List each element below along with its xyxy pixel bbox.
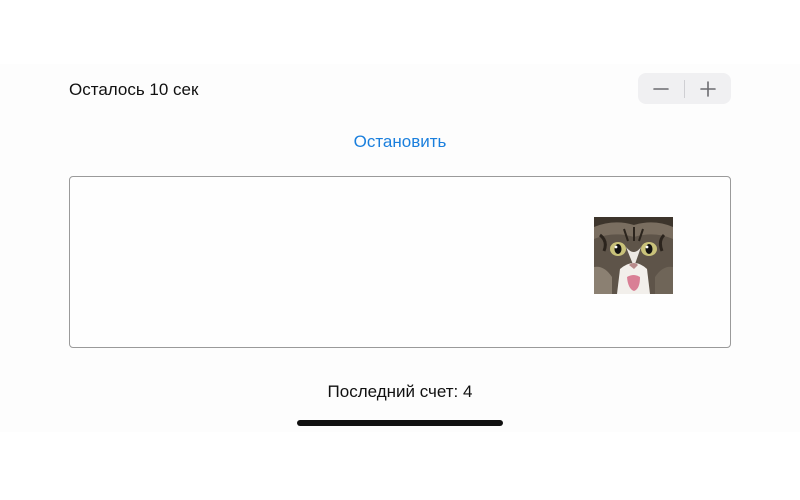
time-stepper[interactable] [638,73,731,104]
decrement-button[interactable] [638,73,684,104]
cat-face-icon[interactable] [594,217,673,294]
game-field[interactable] [69,176,731,348]
time-remaining-label: Осталось 10 сек [69,80,199,99]
minus-icon [653,87,669,90]
last-score-label: Последний счет: 4 [327,382,473,401]
home-indicator[interactable] [297,420,503,426]
increment-button[interactable] [685,73,731,104]
stop-button[interactable]: Остановить [0,132,800,152]
app-window: Осталось 10 сек Остановить Последний сче… [0,0,800,500]
plus-icon [700,80,716,97]
